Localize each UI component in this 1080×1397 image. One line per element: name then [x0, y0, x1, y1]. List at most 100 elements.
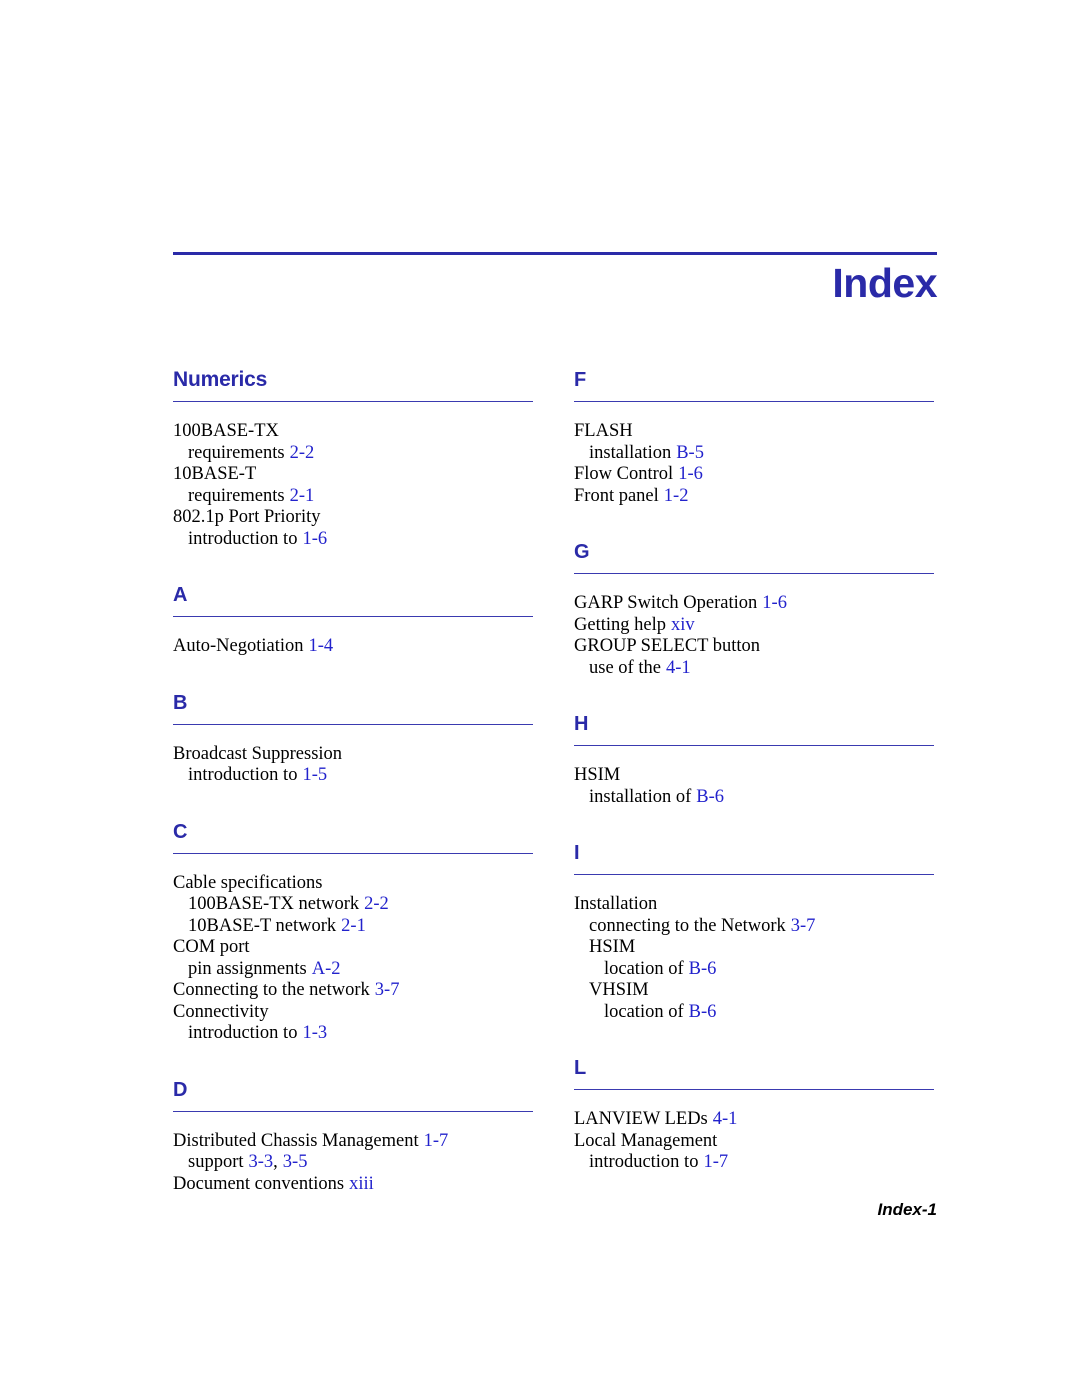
index-entry: 100BASE-TX: [173, 421, 533, 443]
section-heading: D: [173, 1078, 188, 1101]
index-entry-label: Front panel: [574, 485, 659, 506]
index-entry: Front panel 1-2: [574, 486, 934, 508]
index-entry-label: VHSIM: [589, 980, 649, 1000]
index-page-reference[interactable]: 1-5: [302, 765, 327, 785]
index-page-reference[interactable]: xiv: [671, 615, 695, 635]
index-page-reference[interactable]: 4-1: [666, 658, 691, 678]
index-page-reference[interactable]: B-6: [689, 959, 717, 979]
index-entry: pin assignments A-2: [173, 959, 533, 981]
page-title: Index: [832, 260, 937, 306]
index-entry: VHSIM: [574, 980, 934, 1002]
index-page-reference[interactable]: 1-2: [664, 486, 689, 506]
index-page-reference[interactable]: xiii: [349, 1174, 374, 1194]
index-entry-label: HSIM: [589, 937, 636, 957]
index-entry: FLASH: [574, 421, 934, 443]
section-rule: [173, 723, 533, 725]
index-entry-label: HSIM: [574, 765, 621, 785]
index-entry-label: FLASH: [574, 421, 633, 441]
section-rule: [574, 874, 934, 875]
index-entry-label: support: [188, 1152, 244, 1172]
index-entry: introduction to 1-7: [574, 1152, 934, 1174]
index-page: Index Numerics 100BASE-TX requirements 2-2 1…: [173, 0, 937, 1397]
index-entry-label: requirements: [188, 485, 285, 506]
index-entry-label: 100BASE-TX network: [188, 894, 360, 914]
index-entry-label: pin assignments: [188, 958, 307, 979]
index-entry-label: use of the: [589, 657, 661, 678]
section-rule: [173, 1110, 533, 1112]
section-heading: A: [173, 584, 188, 606]
index-page-reference[interactable]: A-2: [312, 959, 341, 979]
index-page-reference[interactable]: 2-2: [364, 894, 389, 914]
index-entry: introduction to 1-3: [173, 1023, 533, 1045]
index-entry: 802.1p Port Priority: [173, 507, 533, 529]
index-entry-label: Auto-Negotiation: [173, 636, 304, 656]
index-entry-list: Installation connecting to the Network 3-7…: [574, 894, 934, 1023]
index-entry: use of the 4-1: [574, 658, 934, 680]
index-page-reference[interactable]: 3-3: [249, 1152, 274, 1172]
index-section-i: I Installation connecting to the Network 3-…: [574, 841, 934, 1023]
index-entry-label: Flow Control: [574, 464, 674, 484]
index-page-reference[interactable]: 3-7: [791, 916, 816, 936]
index-page-reference[interactable]: 3-5: [283, 1152, 308, 1172]
index-entry-label: Broadcast Suppression: [173, 743, 343, 764]
index-page-reference[interactable]: 1-6: [302, 529, 327, 549]
index-section-f: F FLASH installation B-5 Flow Control 1-6 Fron…: [574, 368, 934, 507]
index-section-h: H HSIM installation of B-6: [574, 712, 934, 808]
index-entry-label: Connecting to the network: [173, 980, 370, 1000]
section-heading: H: [574, 713, 589, 735]
index-page-reference[interactable]: 1-3: [302, 1023, 327, 1043]
index-page-reference[interactable]: 1-6: [762, 593, 787, 613]
index-page-reference[interactable]: 2-1: [290, 486, 315, 506]
index-entry: introduction to 1-6: [173, 529, 533, 551]
index-entry-list: Cable specifications 100BASE-TX network 2-…: [173, 873, 533, 1045]
index-entry-list: Distributed Chassis Management 1-7 support…: [173, 1131, 533, 1196]
index-entry: requirements 2-2: [173, 443, 533, 465]
index-entry-label: Cable specifications: [173, 872, 323, 893]
index-entry-label: connecting to the Network: [589, 915, 786, 936]
index-page-reference[interactable]: 1-7: [703, 1152, 728, 1172]
index-entry: requirements 2-1: [173, 486, 533, 508]
index-entry: 100BASE-TX network 2-2: [173, 894, 533, 916]
index-entry-list: FLASH installation B-5 Flow Control 1-6 Front…: [574, 421, 934, 507]
index-entry: Local Management: [574, 1131, 934, 1153]
index-entry-label: 100BASE-TX: [173, 421, 279, 441]
index-page-reference[interactable]: B-6: [696, 787, 724, 807]
page-footer: Index-1: [877, 1200, 937, 1219]
index-entry-label: introduction to: [188, 1023, 298, 1043]
index-entry-label: location of: [604, 958, 684, 979]
section-heading: C: [173, 820, 188, 843]
index-entry: Getting help xiv: [574, 615, 934, 637]
index-page-reference[interactable]: 1-4: [309, 636, 334, 656]
section-heading: I: [574, 842, 580, 864]
index-entry-label: 10BASE-T: [173, 464, 257, 484]
index-entry-label: Connectivity: [173, 1001, 269, 1022]
index-entry: HSIM: [574, 765, 934, 787]
index-page-reference[interactable]: B-6: [689, 1002, 717, 1022]
index-page-reference[interactable]: 1-7: [424, 1131, 449, 1151]
index-entry: support 3-3, 3-5: [173, 1152, 533, 1174]
index-entry-list: 100BASE-TX requirements 2-2 10BASE-T require…: [173, 421, 533, 550]
index-section-l: L LANVIEW LEDs 4-1 Local Management introduc…: [574, 1056, 934, 1174]
index-entry: location of B-6: [574, 959, 934, 981]
index-entry: Connectivity: [173, 1002, 533, 1024]
index-entry: Cable specifications: [173, 873, 533, 895]
section-rule: [173, 616, 533, 617]
section-rule: [173, 852, 533, 854]
index-entry: connecting to the Network 3-7: [574, 916, 934, 938]
index-entry-list: LANVIEW LEDs 4-1 Local Management introduct…: [574, 1109, 934, 1174]
index-page-reference[interactable]: 2-1: [341, 916, 366, 936]
section-rule: [574, 745, 934, 746]
index-page-reference[interactable]: 2-2: [290, 443, 315, 463]
index-page-reference[interactable]: 4-1: [713, 1109, 738, 1129]
index-columns: Numerics 100BASE-TX requirements 2-2 10BASE-…: [173, 368, 937, 1228]
index-entry: Distributed Chassis Management 1-7: [173, 1131, 533, 1153]
index-page-reference[interactable]: 1-6: [678, 464, 703, 484]
index-page-reference[interactable]: B-5: [676, 443, 704, 463]
index-entry-label: installation: [589, 442, 672, 463]
index-entry-label: installation of: [589, 786, 692, 807]
index-section-b: B Broadcast Suppression introduction to 1-5: [173, 691, 533, 787]
index-page-reference[interactable]: 3-7: [375, 980, 400, 1000]
index-entry: Connecting to the network 3-7: [173, 980, 533, 1002]
index-entry-label: COM port: [173, 937, 250, 957]
index-column-left: Numerics 100BASE-TX requirements 2-2 10BASE-…: [173, 368, 533, 1228]
